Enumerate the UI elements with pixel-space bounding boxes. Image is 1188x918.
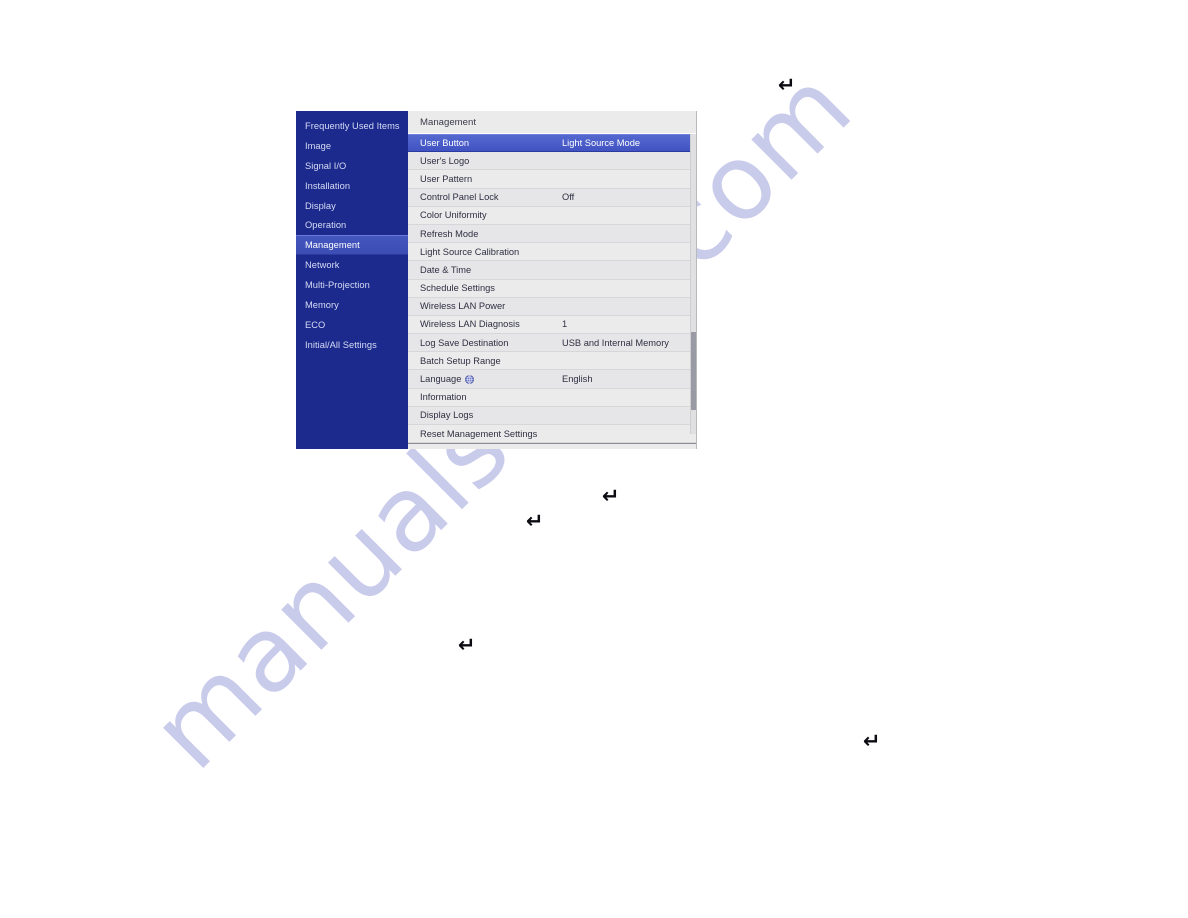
osd-scrollbar-track[interactable] — [690, 134, 696, 434]
sidebar-item-label: Initial/All Settings — [305, 339, 377, 350]
return-arrow-icon: ↵ — [602, 484, 620, 508]
osd-row-label-text: Control Panel Lock — [420, 192, 499, 203]
osd-row-label-text: Wireless LAN Power — [420, 301, 506, 312]
sidebar-item-label: Display — [305, 200, 336, 211]
osd-row-label-text: Language — [420, 374, 462, 385]
osd-row-reset-management-settings[interactable]: Reset Management Settings — [408, 425, 696, 444]
osd-row-label-text: Light Source Calibration — [420, 246, 520, 257]
sidebar-item-network[interactable]: Network — [296, 255, 408, 275]
osd-row-batch-setup-range[interactable]: Batch Setup Range — [408, 352, 696, 371]
sidebar-item-operation[interactable]: Operation — [296, 215, 408, 235]
osd-row-color-uniformity[interactable]: Color Uniformity — [408, 206, 696, 225]
osd-row-value: Off — [562, 192, 575, 203]
osd-row-label-text: Reset Management Settings — [420, 428, 538, 439]
osd-row-label-text: Color Uniformity — [420, 210, 487, 221]
osd-row-refresh-mode[interactable]: Refresh Mode — [408, 224, 696, 244]
return-arrow-icon: ↵ — [863, 729, 881, 753]
osd-row-user-pattern[interactable]: User Pattern — [408, 170, 696, 189]
sidebar-item-label: Multi-Projection — [305, 280, 370, 291]
osd-row-label: Information — [420, 392, 467, 402]
projector-osd-menu: Frequently Used Items Image Signal I/O Inst… — [296, 111, 697, 449]
sidebar-item-image[interactable]: Image — [296, 136, 408, 156]
osd-row-label-text: Date & Time — [420, 264, 472, 275]
sidebar-item-label: Image — [305, 140, 332, 151]
osd-row-label: Batch Setup Range — [420, 356, 501, 366]
sidebar-item-label: Frequently Used Items — [305, 120, 400, 131]
osd-row-information[interactable]: Information — [408, 388, 696, 407]
return-arrow-icon: ↵ — [778, 73, 796, 97]
osd-row-label: User Pattern — [420, 174, 472, 184]
osd-row-label-text: Wireless LAN Diagnosis — [420, 319, 520, 330]
sidebar-item-installation[interactable]: Installation — [296, 176, 408, 196]
osd-row-label-text: User's Logo — [420, 155, 470, 166]
osd-row-cutoff-network[interactable]: Network — [408, 443, 696, 449]
osd-row-label: User's Logo — [420, 156, 469, 166]
osd-row-display-logs[interactable]: Display Logs — [408, 406, 696, 425]
osd-row-label-text: Refresh Mode — [420, 228, 479, 239]
sidebar-item-management[interactable]: Management — [296, 235, 408, 256]
osd-row-control-panel-lock[interactable]: Control Panel Lock Off — [408, 188, 696, 207]
osd-row-wireless-lan-diagnosis[interactable]: Wireless LAN Diagnosis 1 — [408, 315, 696, 335]
sidebar-item-frequently-used-items[interactable]: Frequently Used Items — [296, 116, 408, 136]
osd-row-log-save-destination[interactable]: Log Save Destination USB and Internal Mem… — [408, 334, 696, 353]
sidebar-item-label: ECO — [305, 319, 326, 330]
sidebar-item-label: Network — [305, 260, 340, 271]
osd-row-label-text: Log Save Destination — [420, 337, 509, 348]
sidebar-item-eco[interactable]: ECO — [296, 315, 408, 335]
osd-row-label: Wireless LAN Diagnosis — [420, 319, 520, 329]
osd-row-light-source-calibration[interactable]: Light Source Calibration — [408, 243, 696, 262]
osd-row-value: USB and Internal Memory — [562, 337, 669, 348]
osd-row-label-text: Information — [420, 392, 467, 403]
sidebar-item-label: Signal I/O — [305, 160, 347, 171]
sidebar-item-label: Installation — [305, 180, 351, 191]
osd-row-label: Color Uniformity — [420, 210, 487, 220]
osd-panel-header: Management — [408, 111, 696, 134]
osd-row-label: Date & Time — [420, 265, 471, 275]
globe-icon — [465, 375, 475, 384]
osd-row-label-text: Batch Setup Range — [420, 355, 501, 366]
osd-row-date-time[interactable]: Date & Time — [408, 261, 696, 280]
osd-row-label: Display Logs — [420, 410, 473, 420]
osd-row-user-button[interactable]: User Button Light Source Mode — [408, 134, 696, 153]
sidebar-item-label: Management — [305, 240, 360, 251]
return-arrow-icon: ↵ — [526, 509, 544, 533]
osd-row-label: Log Save Destination — [420, 338, 508, 348]
osd-panel: Management User Button Light Source Mode U… — [408, 111, 696, 449]
osd-row-value: English — [562, 374, 593, 385]
osd-row-user-s-logo[interactable]: User's Logo — [408, 152, 696, 171]
sidebar-item-multi-projection[interactable]: Multi-Projection — [296, 275, 408, 295]
osd-row-label-text: User Button — [420, 138, 470, 149]
osd-row-label-text: User Pattern — [420, 173, 473, 184]
osd-row-label: User Button — [420, 138, 469, 148]
sidebar-item-signal-i-o[interactable]: Signal I/O — [296, 156, 408, 176]
osd-row-value: 1 — [562, 319, 568, 330]
osd-settings-list: User Button Light Source Mode User's Logo U… — [408, 134, 696, 444]
osd-sidebar: Frequently Used Items Image Signal I/O Inst… — [296, 111, 408, 449]
osd-row-label-text: Display Logs — [420, 410, 474, 421]
osd-row-label: Control Panel Lock — [420, 192, 499, 202]
osd-row-label: Language — [420, 374, 475, 385]
sidebar-item-memory[interactable]: Memory — [296, 295, 408, 315]
osd-scrollbar-thumb[interactable] — [691, 332, 696, 410]
sidebar-item-display[interactable]: Display — [296, 196, 408, 216]
osd-row-label-text: Schedule Settings — [420, 283, 495, 294]
osd-row-value: Light Source Mode — [562, 138, 641, 149]
sidebar-item-initial-all-settings[interactable]: Initial/All Settings — [296, 335, 408, 355]
sidebar-item-label: Memory — [305, 299, 339, 310]
osd-row-label: Schedule Settings — [420, 283, 495, 293]
osd-row-schedule-settings[interactable]: Schedule Settings — [408, 279, 696, 298]
osd-row-language[interactable]: Language English — [408, 370, 696, 389]
return-arrow-icon: ↵ — [458, 633, 476, 657]
osd-row-label: Reset Management Settings — [420, 429, 537, 439]
osd-row-label: Light Source Calibration — [420, 247, 519, 257]
osd-row-label: Refresh Mode — [420, 229, 478, 239]
sidebar-item-label: Operation — [305, 220, 347, 231]
osd-row-wireless-lan-power[interactable]: Wireless LAN Power — [408, 297, 696, 316]
osd-row-label: Wireless LAN Power — [420, 301, 505, 311]
